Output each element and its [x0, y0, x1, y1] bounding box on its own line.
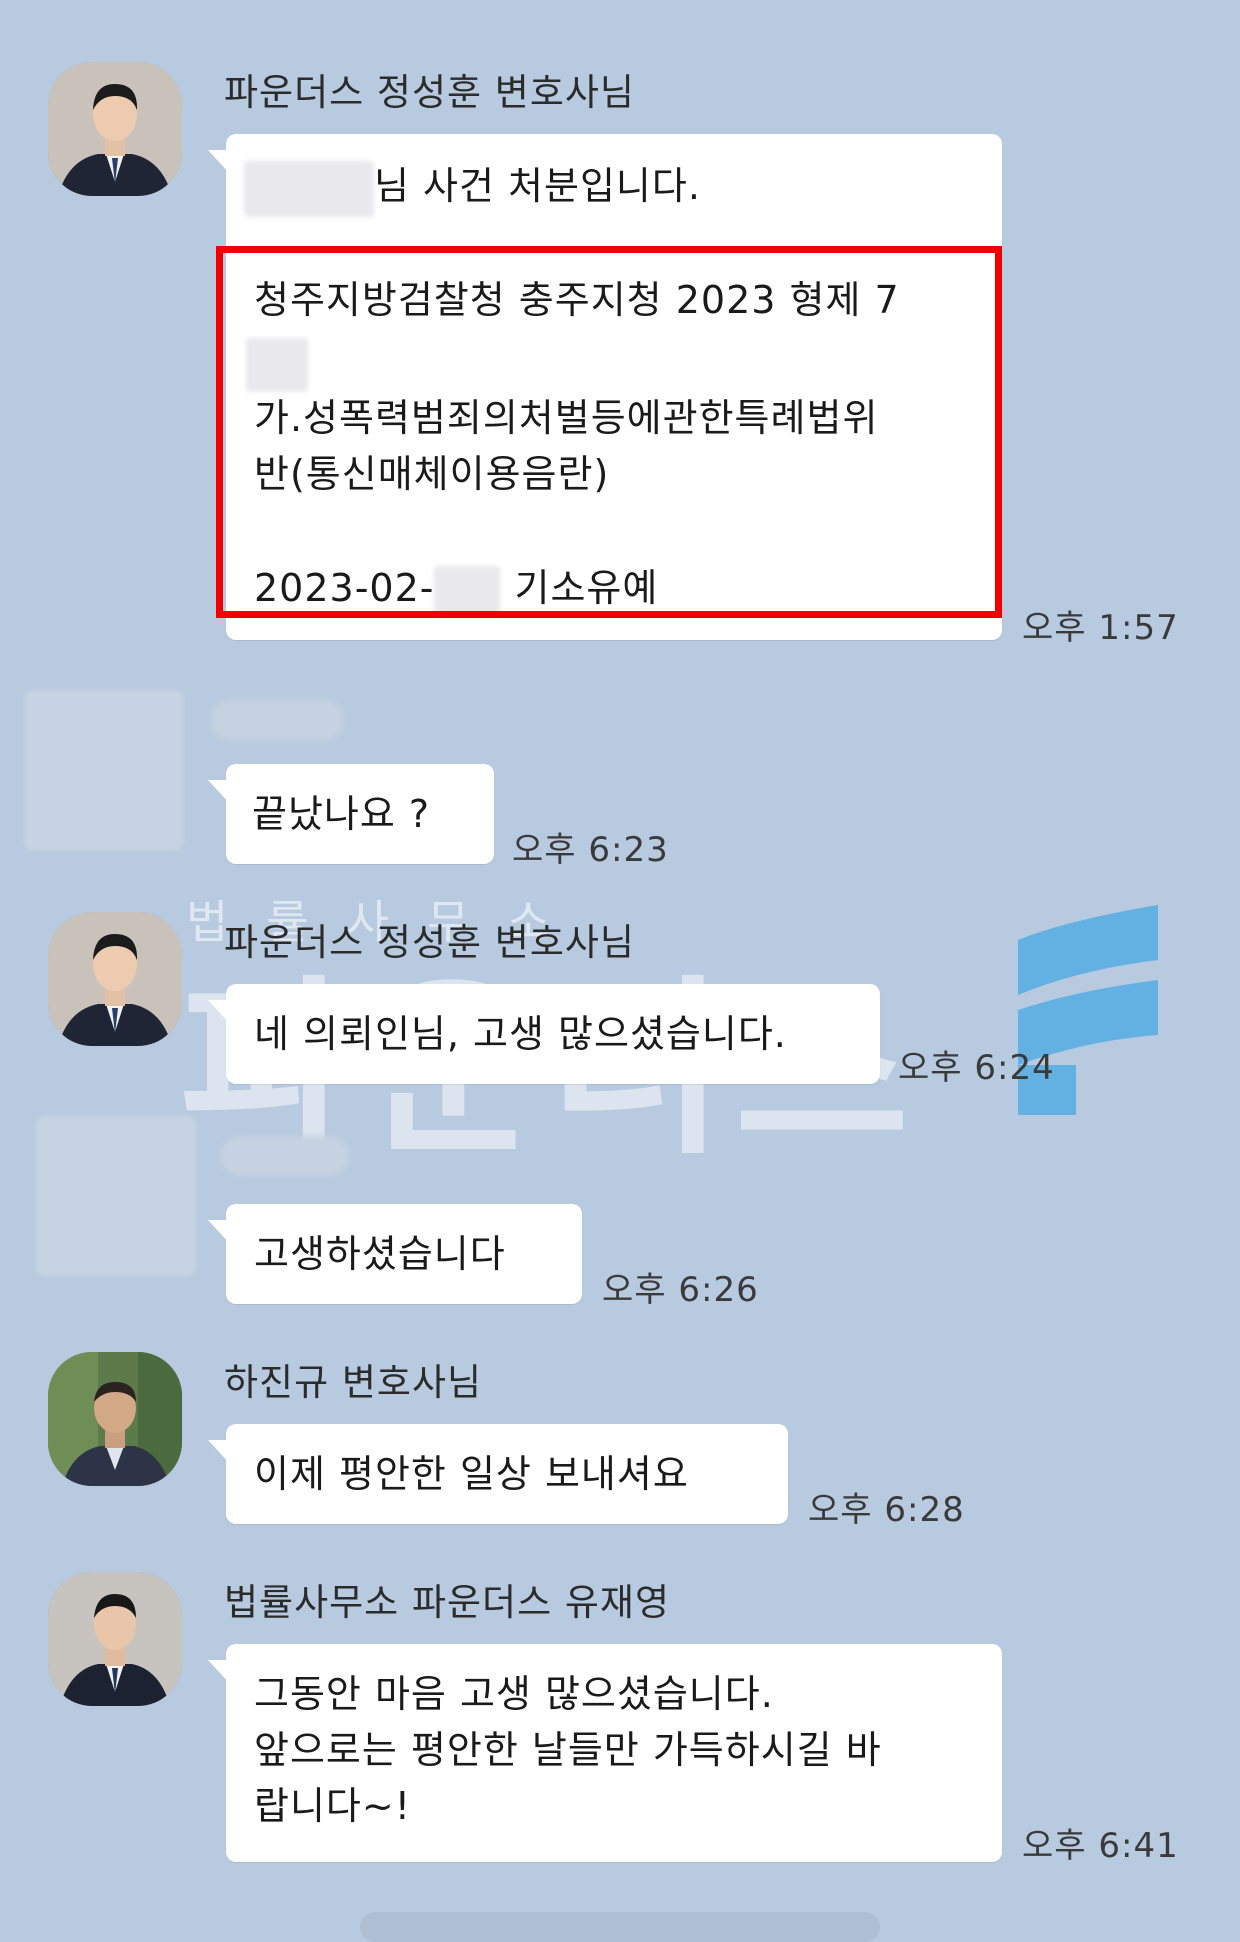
- message-text: 끝났나요 ?: [252, 792, 431, 836]
- message-time: 오후 6:41: [1022, 1826, 1179, 1866]
- message-time: 오후 6:23: [512, 830, 669, 870]
- message-time: 오후 6:24: [898, 1048, 1055, 1088]
- message-bubble[interactable]: 네 의뢰인님, 고생 많으셨습니다.: [208, 984, 880, 1084]
- sender-name: 법률사무소 파운더스 유재영: [224, 1581, 671, 1624]
- sender-name: 파운더스 정성훈 변호사님: [224, 71, 635, 114]
- sender-name-redacted: [210, 700, 345, 740]
- avatar-jung[interactable]: [48, 912, 182, 1046]
- message-bubble[interactable]: 그동안 마음 고생 많으셨습니다. 앞으로는 평안한 날들만 가득하시길 바 랍…: [208, 1644, 1002, 1862]
- person-photo-icon: [48, 912, 182, 1046]
- next-message-stub: [360, 1912, 880, 1942]
- message-time: 오후 6:26: [602, 1270, 759, 1310]
- message-text-line: 그동안 마음 고생 많으셨습니다.: [254, 1672, 774, 1716]
- sender-name: 파운더스 정성훈 변호사님: [224, 921, 635, 964]
- sender-name: 하진규 변호사님: [224, 1361, 483, 1404]
- message-text: 네 의뢰인님, 고생 많으셨습니다.: [254, 1012, 787, 1056]
- message-text: 고생하셨습니다: [254, 1232, 506, 1276]
- avatar-client[interactable]: [24, 690, 184, 850]
- person-photo-icon: [48, 1352, 182, 1486]
- avatar-ha[interactable]: [48, 1352, 182, 1486]
- message-time: 오후 6:28: [808, 1490, 965, 1530]
- person-photo-icon: [48, 62, 182, 196]
- message-time: 오후 1:57: [1022, 608, 1179, 648]
- intro-text: 님 사건 처분입니다.: [374, 164, 701, 208]
- message-text-line: 앞으로는 평안한 날들만 가득하시길 바: [254, 1728, 882, 1772]
- avatar-yoo[interactable]: [48, 1572, 182, 1706]
- message-text: 이제 평안한 일상 보내셔요: [254, 1452, 689, 1496]
- avatar-jung[interactable]: [48, 62, 182, 196]
- sender-name-redacted: [220, 1136, 350, 1176]
- avatar-client[interactable]: [36, 1116, 196, 1276]
- redacted-name: [244, 160, 374, 217]
- message-bubble[interactable]: 이제 평안한 일상 보내셔요: [208, 1424, 788, 1524]
- message-text-line: 랍니다~!: [254, 1784, 411, 1828]
- message-bubble[interactable]: 고생하셨습니다: [208, 1204, 582, 1304]
- message-intro: 님 사건 처분입니다.: [244, 158, 701, 217]
- highlight-box: [216, 246, 1002, 618]
- message-bubble[interactable]: 끝났나요 ?: [208, 764, 494, 864]
- person-photo-icon: [48, 1572, 182, 1706]
